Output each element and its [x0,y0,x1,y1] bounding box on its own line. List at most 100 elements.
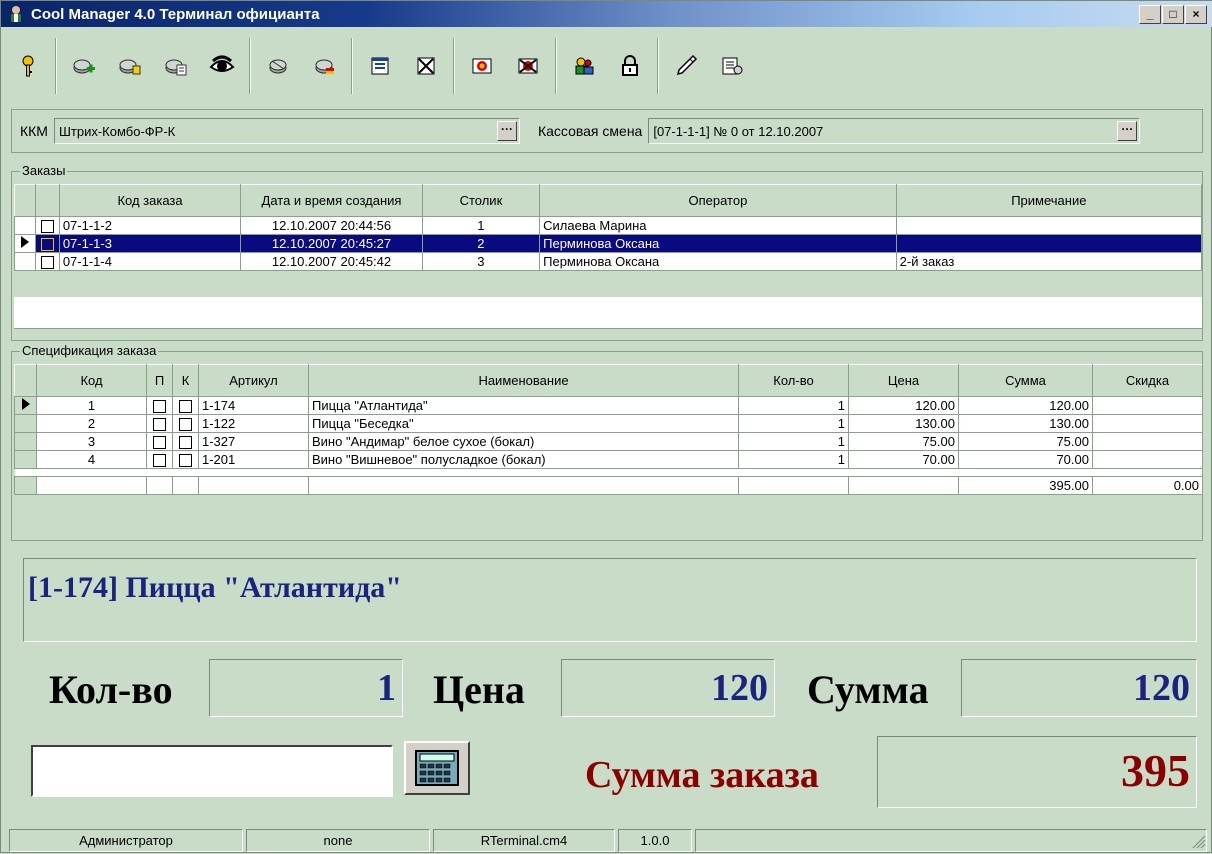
spec-discount [1092,414,1203,433]
spec-col-sum[interactable]: Сумма [958,364,1093,397]
properties-button[interactable] [709,37,755,95]
table-row[interactable]: 4 1-201 Вино "Вишневое" полусладкое (бок… [14,450,1203,469]
spec-name: Пицца "Беседка" [308,414,739,433]
spec-col-k[interactable]: К [172,364,199,397]
spec-p-checkbox[interactable] [146,450,173,469]
print-colored-button[interactable] [301,37,347,95]
status-db: none [246,829,430,852]
table-row[interactable]: 3 1-327 Вино "Андимар" белое сухое (бока… [14,432,1203,451]
maximize-button[interactable]: □ [1162,4,1184,24]
totals-cell [172,476,199,495]
spec-legend: Спецификация заказа [20,343,159,358]
shift-field[interactable]: [07-1-1-1] № 0 от 12.10.2007 ··· [648,118,1141,144]
shift-select-button[interactable]: ··· [1117,121,1138,141]
minimize-button[interactable]: _ [1139,4,1161,24]
resize-grip-icon [1192,835,1206,848]
spec-price: 70.00 [848,450,959,469]
order-date: 12.10.2007 20:45:27 [240,234,423,253]
spec-col-name[interactable]: Наименование [308,364,739,397]
users-button[interactable] [561,37,607,95]
qty-label: Кол-во [49,667,173,712]
spec-p-checkbox[interactable] [146,396,173,415]
spec-p-checkbox[interactable] [146,432,173,451]
print-button[interactable] [255,37,301,95]
main-window: Cool Manager 4.0 Терминал официанта _ □ … [0,0,1212,853]
spec-k-checkbox[interactable] [172,414,199,433]
spec-col-qty[interactable]: Кол-во [738,364,849,397]
order-note [896,234,1203,253]
spec-col-p[interactable]: П [146,364,173,397]
order-checkbox[interactable] [35,234,60,253]
spec-discount [1092,432,1203,451]
help-button[interactable] [5,37,51,95]
row-indicator [14,476,37,495]
resize-grip[interactable] [695,829,1207,852]
table-row[interactable]: 07-1-1-2 12.10.2007 20:44:56 1 Силаева М… [13,216,1203,235]
order-total-value: 395 [877,736,1197,808]
kkm-select-button[interactable]: ··· [496,121,517,141]
orders-col-date[interactable]: Дата и время создания [240,184,423,217]
spec-k-checkbox[interactable] [172,432,199,451]
title-bar[interactable]: Cool Manager 4.0 Терминал официанта _ □ … [1,1,1212,27]
payment-button[interactable] [459,37,505,95]
totals-cell [198,476,309,495]
spec-col-article[interactable]: Артикул [198,364,309,397]
orders-col-operator[interactable]: Оператор [539,184,897,217]
table-row[interactable]: 2 1-122 Пицца "Беседка" 1 130.00 130.00 [14,414,1203,433]
kkm-label: ККМ [20,123,48,139]
spec-empty-space [14,468,1203,477]
edit-order-button[interactable] [107,37,153,95]
kkm-panel: ККМ Штрих-Комбо-ФР-К ··· Кассовая смена … [11,109,1203,153]
order-code: 07-1-1-2 [59,216,242,235]
empty-row [14,468,1203,477]
spec-col-price[interactable]: Цена [848,364,959,397]
spec-name: Вино "Вишневое" полусладкое (бокал) [308,450,739,469]
price-label: Цена [433,667,525,712]
close-button[interactable]: × [1185,4,1207,24]
spec-article: 1-327 [198,432,309,451]
orders-col-table[interactable]: Столик [421,184,541,217]
kkm-field[interactable]: Штрих-Комбо-ФР-К ··· [53,118,520,144]
status-bar: Администратор none RTerminal.cm4 1.0.0 [1,827,1212,854]
new-order-button[interactable] [61,37,107,95]
table-row[interactable]: 07-1-1-3 12.10.2007 20:45:27 2 Перминова… [13,234,1203,253]
copy-order-button[interactable] [153,37,199,95]
table-row[interactable]: 07-1-1-4 12.10.2007 20:45:42 3 Перминова… [13,252,1203,271]
spec-col-code[interactable]: Код [36,364,147,397]
order-checkbox[interactable] [35,252,60,271]
spec-p-checkbox[interactable] [146,414,173,433]
spec-name: Вино "Андимар" белое сухое (бокал) [308,432,739,451]
total-discount: 0.00 [1092,476,1203,495]
totals-cell [848,476,959,495]
order-total-label: Сумма заказа [585,754,819,796]
shift-label: Кассовая смена [537,123,643,139]
lock-button[interactable] [607,37,653,95]
payment-cancel-button[interactable] [505,37,551,95]
toolbar [5,31,1209,101]
table-row[interactable]: 1 1-174 Пицца "Атлантида" 1 120.00 120.0… [14,396,1203,415]
spec-col-discount[interactable]: Скидка [1092,364,1203,397]
window-title: Cool Manager 4.0 Терминал официанта [31,5,320,23]
spec-k-checkbox[interactable] [172,396,199,415]
pen-button[interactable] [663,37,709,95]
orders-table: Код заказа Дата и время создания Столик … [13,184,1203,271]
spec-article: 1-122 [198,414,309,433]
spec-sum: 70.00 [958,450,1093,469]
properties-icon [722,57,743,75]
barcode-input[interactable] [31,745,393,797]
orders-indicator-header [13,184,37,217]
view-button[interactable] [199,37,245,95]
orders-col-note[interactable]: Примечание [895,184,1203,217]
totals-cell [738,476,849,495]
order-checkbox[interactable] [35,216,60,235]
orders-legend: Заказы [20,163,68,178]
copy-order-icon [165,59,187,76]
spec-k-checkbox[interactable] [172,450,199,469]
document-button[interactable] [357,37,403,95]
toolbar-separator [55,38,57,94]
shift-value: [07-1-1-1] № 0 от 12.10.2007 [653,123,824,139]
document-cancel-button[interactable] [403,37,449,95]
order-operator: Силаева Марина [539,216,897,235]
orders-col-code[interactable]: Код заказа [58,184,242,217]
calculator-button[interactable] [404,741,470,795]
